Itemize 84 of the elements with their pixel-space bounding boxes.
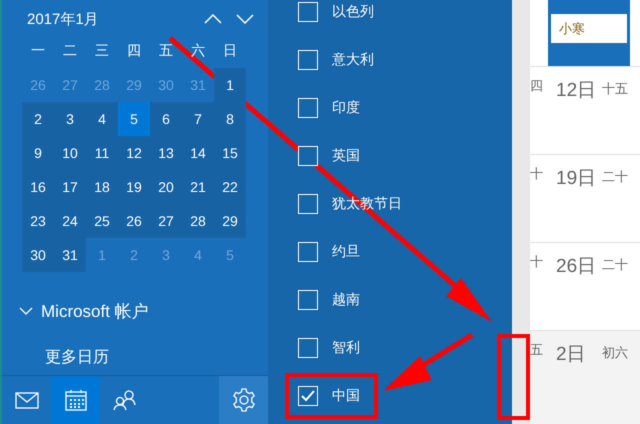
selected-day-block[interactable]: 小寒: [548, 0, 630, 66]
lunar-date: 二十: [602, 256, 628, 274]
checkbox[interactable]: [298, 242, 318, 262]
checkbox[interactable]: [298, 50, 318, 70]
calendar-day[interactable]: 24: [54, 204, 86, 238]
lunar-date: 初六: [602, 344, 628, 362]
account-label[interactable]: Microsoft 帐户: [41, 300, 149, 323]
checkbox[interactable]: [298, 146, 318, 166]
weekday-label: 三: [94, 41, 110, 60]
chevron-down-icon[interactable]: [236, 14, 254, 24]
holiday-label[interactable]: 越南: [332, 291, 360, 309]
weekday-label: 六: [190, 41, 206, 60]
calendar-day[interactable]: 5: [118, 102, 150, 136]
calendar-day[interactable]: 23: [22, 204, 54, 238]
calendar-day[interactable]: 14: [182, 136, 214, 170]
holiday-label[interactable]: 英国: [332, 147, 360, 165]
lunar-date: 二十: [602, 168, 628, 186]
weekday-label: 日: [222, 41, 238, 60]
calendar-day[interactable]: 26: [118, 204, 150, 238]
calendar-day[interactable]: 18: [86, 170, 118, 204]
calendar-day[interactable]: 2: [22, 102, 54, 136]
calendar-day[interactable]: 11: [86, 136, 118, 170]
calendar-day[interactable]: 16: [22, 170, 54, 204]
solar-term-label: 小寒: [551, 14, 627, 43]
calendar-day[interactable]: 28: [182, 204, 214, 238]
week-row[interactable]: 五 2日 初六: [530, 330, 640, 424]
day-number: 2日: [556, 343, 587, 367]
week-row[interactable]: 四 12日 十五: [530, 66, 640, 154]
calendar-day[interactable]: 1: [214, 68, 246, 102]
day-number: 12日: [556, 79, 598, 103]
calendar-day[interactable]: 29: [214, 204, 246, 238]
weekday-label: 五: [158, 41, 174, 60]
holiday-label[interactable]: 中国: [332, 387, 360, 405]
lunar-date: 十五: [602, 80, 628, 98]
checkbox[interactable]: [298, 2, 318, 22]
calendar-day[interactable]: 25: [86, 204, 118, 238]
week-row[interactable]: 十 19日 二十: [530, 154, 640, 242]
calendar-day[interactable]: 15: [214, 136, 246, 170]
lunar-date: 四: [530, 77, 544, 95]
holiday-label[interactable]: 约旦: [332, 243, 360, 261]
envelope-icon: [14, 392, 38, 408]
calendar-day[interactable]: 21: [182, 170, 214, 204]
calendar-day[interactable]: 7: [182, 102, 214, 136]
calendar-day[interactable]: 4: [86, 102, 118, 136]
checkbox[interactable]: [298, 338, 318, 358]
chevron-icon[interactable]: [19, 307, 33, 316]
calendar-day[interactable]: 13: [150, 136, 182, 170]
lunar-date: 五: [530, 341, 544, 359]
calendar-day[interactable]: 17: [54, 170, 86, 204]
day-number: 19日: [556, 167, 598, 191]
lunar-date: 十: [530, 165, 544, 183]
people-icon: [112, 389, 136, 411]
checkbox[interactable]: [298, 290, 318, 310]
weekday-label: 四: [126, 41, 142, 60]
month-title: 2017年1月: [27, 10, 100, 28]
calendar-nav-button[interactable]: [51, 376, 100, 424]
calendar-day[interactable]: 20: [150, 170, 182, 204]
calendar-day[interactable]: 10: [54, 136, 86, 170]
checkbox[interactable]: [298, 98, 318, 118]
lunar-date: 十: [530, 253, 544, 271]
calendar-day[interactable]: 6: [150, 102, 182, 136]
calendar-day[interactable]: 3: [54, 102, 86, 136]
checkbox[interactable]: [298, 386, 318, 406]
calendar-day[interactable]: 30: [22, 238, 54, 272]
holiday-label[interactable]: 智利: [332, 339, 360, 357]
more-calendars-link[interactable]: 更多日历: [45, 347, 109, 368]
settings-button[interactable]: [219, 376, 268, 424]
holiday-label[interactable]: 意大利: [332, 51, 374, 69]
day-number: 26日: [556, 255, 598, 279]
holiday-label[interactable]: 以色列: [332, 3, 374, 21]
calendar-day[interactable]: 27: [150, 204, 182, 238]
chevron-up-icon[interactable]: [204, 14, 222, 24]
holiday-label[interactable]: 印度: [332, 99, 360, 117]
checkbox[interactable]: [298, 194, 318, 214]
weekday-label: 二: [62, 41, 78, 60]
calendar-icon: [64, 389, 86, 411]
settings-icon: [232, 388, 256, 412]
calendar-day[interactable]: 22: [214, 170, 246, 204]
weekday-label: 一: [30, 41, 46, 60]
calendar-day[interactable]: 12: [118, 136, 150, 170]
calendar-day[interactable]: 31: [54, 238, 86, 272]
calendar-day[interactable]: 9: [22, 136, 54, 170]
calendar-day[interactable]: 19: [118, 170, 150, 204]
calendar-day[interactable]: 8: [214, 102, 246, 136]
